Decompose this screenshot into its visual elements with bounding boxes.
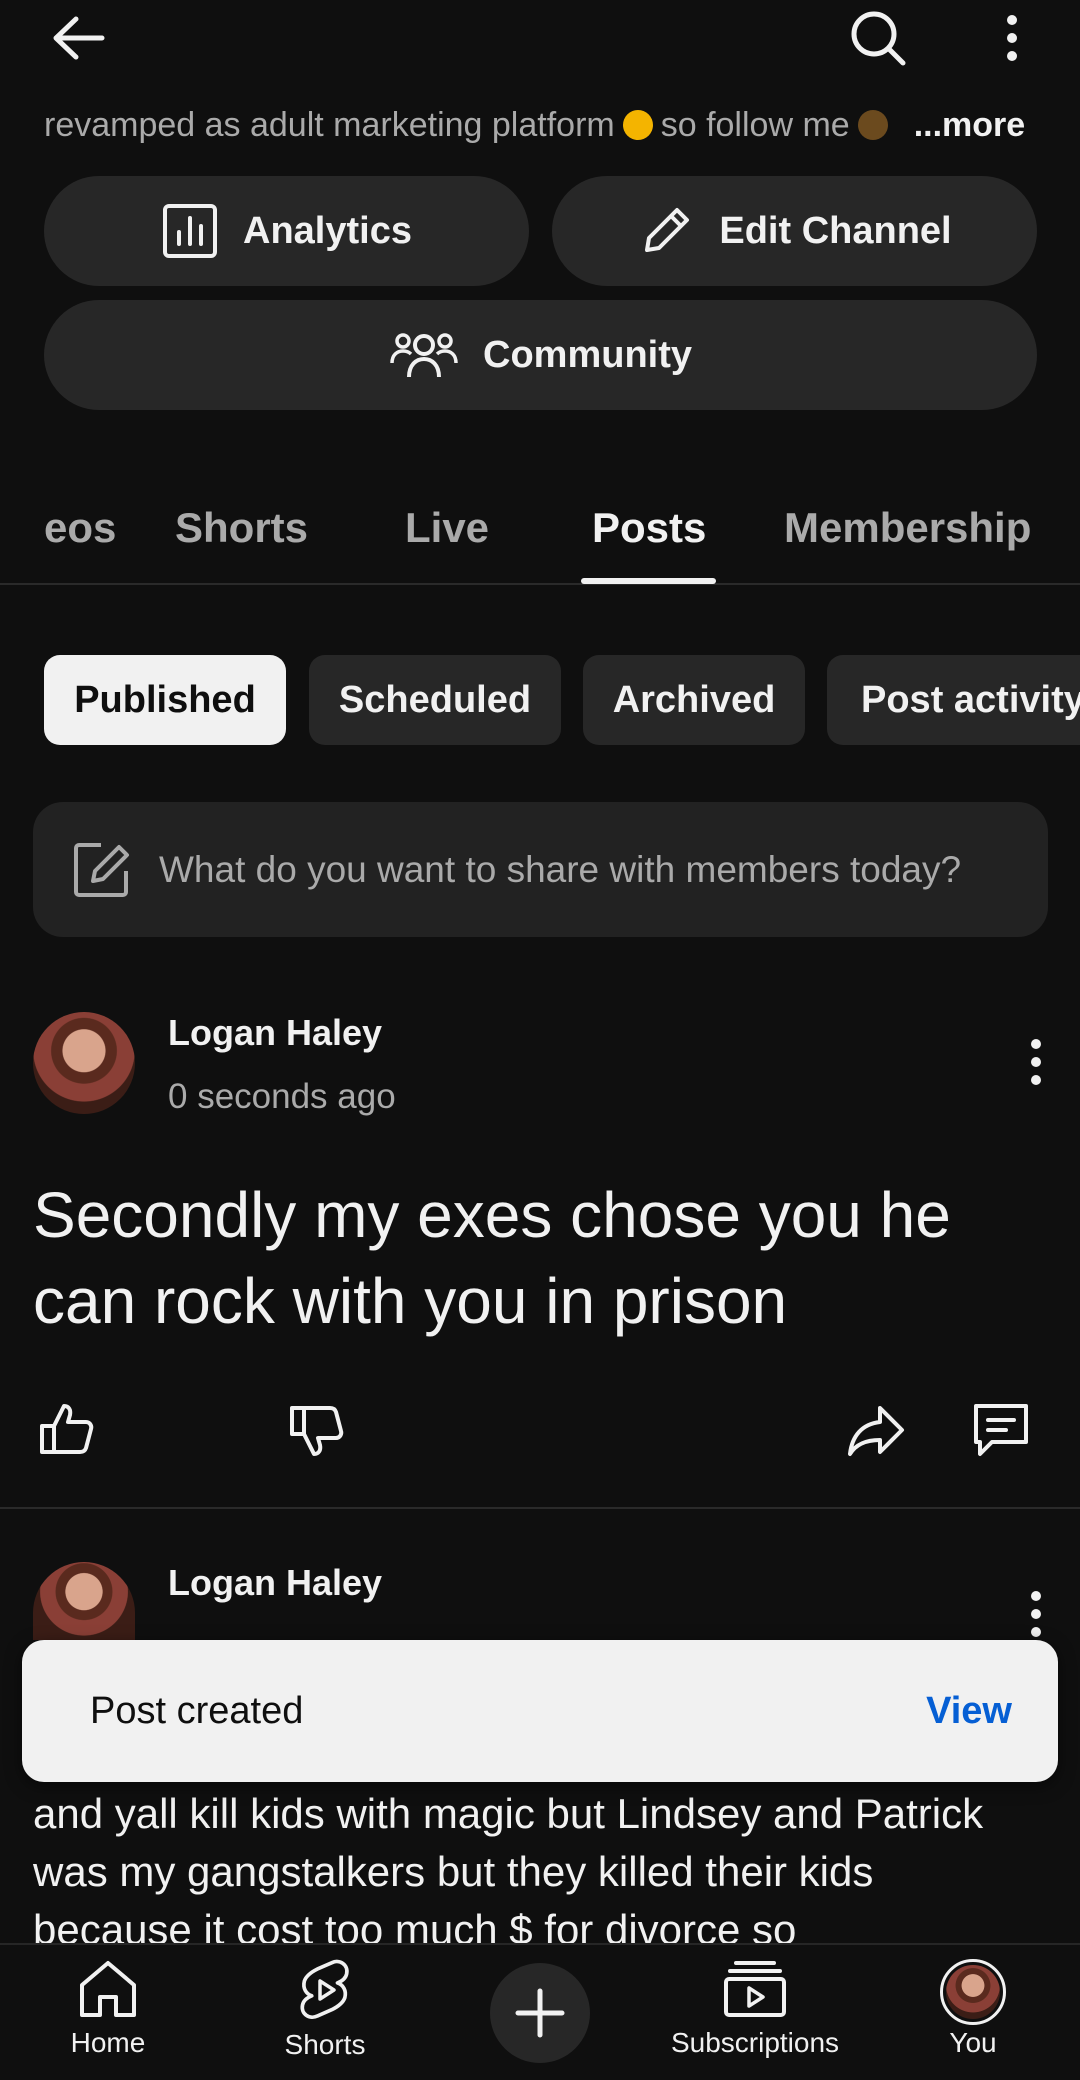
chip-scheduled[interactable]: Scheduled <box>309 655 561 745</box>
channel-description[interactable]: revamped as adult marketing platform so … <box>44 100 1044 150</box>
nav-shorts[interactable]: Shorts <box>270 1959 380 2061</box>
home-icon <box>80 1961 136 2017</box>
post-timestamp: 0 seconds ago <box>168 1077 396 1116</box>
nav-shorts-label: Shorts <box>284 2029 366 2060</box>
top-bar <box>0 0 1080 80</box>
post-author[interactable]: Logan Haley <box>168 1012 382 1054</box>
post-created-toast: Post created View <box>22 1640 1058 1782</box>
tab-shorts[interactable]: Shorts <box>175 470 308 585</box>
profile-avatar <box>940 1959 1006 2025</box>
more-link[interactable]: ...more <box>914 106 1025 145</box>
post-divider <box>0 1507 1080 1509</box>
post-menu-icon[interactable] <box>1016 1034 1056 1090</box>
tab-live[interactable]: Live <box>405 470 489 585</box>
post-menu-icon[interactable] <box>1016 1590 1056 1640</box>
composer-placeholder: What do you want to share with members t… <box>159 848 962 890</box>
post-author[interactable]: Logan Haley <box>168 1562 382 1604</box>
bottom-navigation: Home Shorts Subscriptions You <box>0 1943 1080 2080</box>
community-icon <box>390 333 458 378</box>
dislike-icon[interactable] <box>286 1400 348 1462</box>
tab-videos[interactable]: eos <box>44 470 116 585</box>
community-button[interactable]: Community <box>44 300 1037 410</box>
active-tab-indicator <box>581 578 716 584</box>
edit-channel-button[interactable]: Edit Channel <box>552 176 1037 286</box>
post-composer[interactable]: What do you want to share with members t… <box>33 802 1048 937</box>
pencil-icon <box>645 208 690 252</box>
chip-post-activity[interactable]: Post activity <box>827 655 1080 745</box>
like-icon[interactable] <box>36 1398 98 1460</box>
edit-channel-label: Edit Channel <box>719 209 952 252</box>
analytics-button[interactable]: Analytics <box>44 176 529 286</box>
avatar[interactable] <box>33 1012 135 1114</box>
compose-icon <box>74 842 129 897</box>
analytics-label: Analytics <box>243 209 412 252</box>
analytics-icon <box>163 204 218 258</box>
nav-you-label: You <box>949 2027 997 2058</box>
comment-icon[interactable] <box>968 1398 1034 1462</box>
clapping-emoji-icon <box>622 110 653 140</box>
avatar[interactable] <box>33 1562 135 1640</box>
chip-published[interactable]: Published <box>44 655 286 745</box>
post-text: Secondly my exes chose you he can rock w… <box>33 1179 951 1337</box>
shorts-icon <box>300 1959 349 2019</box>
create-button[interactable] <box>490 1963 590 2063</box>
nav-home[interactable]: Home <box>56 1959 160 2059</box>
nav-subscriptions[interactable]: Subscriptions <box>665 1959 845 2059</box>
description-text: revamped as adult marketing platform <box>44 105 615 144</box>
subscriptions-icon <box>724 1961 786 2017</box>
tab-posts[interactable]: Posts <box>592 470 706 585</box>
pointing-emoji-icon <box>857 110 888 140</box>
tab-membership[interactable]: Membership <box>784 470 1031 585</box>
plus-icon <box>515 1988 565 2038</box>
toast-message: Post created <box>90 1689 304 1732</box>
nav-subscriptions-label: Subscriptions <box>670 2027 840 2058</box>
share-icon[interactable] <box>844 1400 908 1462</box>
community-label: Community <box>483 333 692 376</box>
search-icon[interactable] <box>840 4 916 72</box>
toast-view-button[interactable]: View <box>926 1690 1012 1733</box>
post-text: and yall kill kids with magic but Lindse… <box>33 1790 984 1953</box>
nav-you[interactable]: You <box>930 1959 1016 2059</box>
back-arrow-icon[interactable] <box>38 8 118 68</box>
nav-home-label: Home <box>70 2027 146 2058</box>
description-text-2: so follow me <box>660 105 850 144</box>
chip-archived[interactable]: Archived <box>583 655 805 745</box>
more-options-icon[interactable] <box>990 4 1034 72</box>
channel-tabs: eos Shorts Live Posts Membership <box>0 470 1080 585</box>
